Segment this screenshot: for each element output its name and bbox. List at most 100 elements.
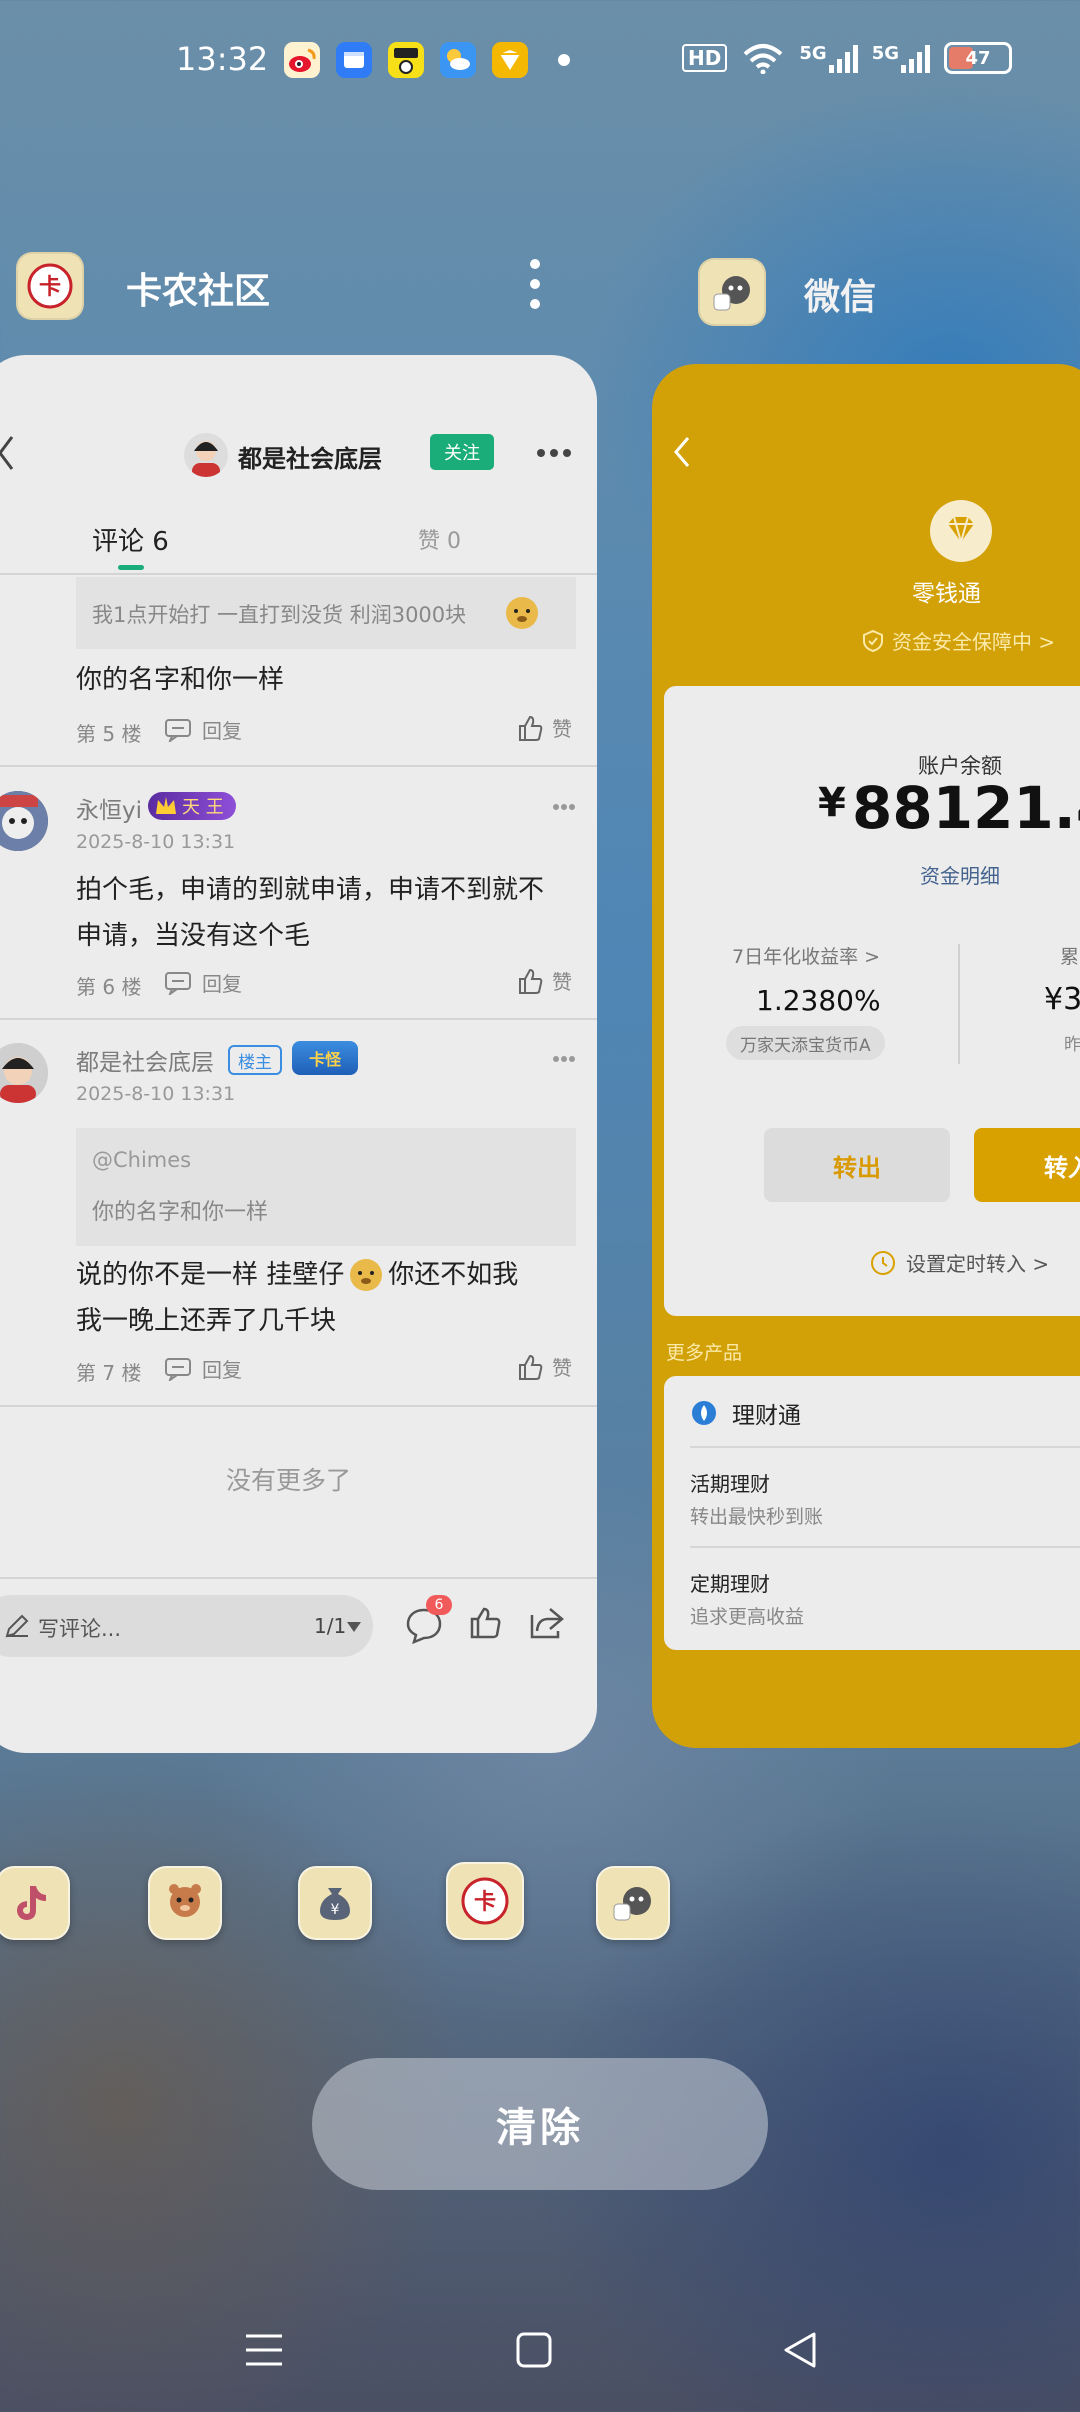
cumulative-value: ¥3 xyxy=(1044,982,1080,1017)
kanong-app-icon[interactable]: 卡 xyxy=(16,252,84,320)
back-triangle-icon xyxy=(784,2332,816,2368)
clock-icon xyxy=(871,1250,895,1275)
like-post-icon[interactable] xyxy=(468,1605,504,1641)
more-notifications-dot-icon xyxy=(558,54,570,66)
comment-placeholder: 写评论... xyxy=(38,1617,122,1641)
security-link[interactable]: 资金安全保障中 > xyxy=(862,626,1055,655)
fixed-title[interactable]: 定期理财 xyxy=(690,1568,770,1597)
kanong-app-card[interactable]: 都是社会底层 关注 评论 6 赞 0 我1点开始打 一直打到没货 利润3000块… xyxy=(0,355,597,1753)
comment-7-floor: 第 7 楼 xyxy=(76,1361,142,1385)
status-bar: 13:32 HD 5G 5G 47 xyxy=(0,0,1080,120)
share-icon[interactable] xyxy=(528,1605,566,1641)
comment-7-more-icon[interactable] xyxy=(552,1055,576,1063)
page-indicator[interactable]: 1/1 xyxy=(314,1614,346,1638)
money-bag-app-icon[interactable]: ¥ xyxy=(298,1866,372,1940)
shield-icon xyxy=(863,629,883,652)
wechat-dock-icon[interactable] xyxy=(596,1866,670,1940)
caret-down-icon xyxy=(347,1622,361,1632)
comment-5-reply-button[interactable]: 回复 xyxy=(164,715,242,744)
kanong-logo-icon: 卡 xyxy=(27,263,73,309)
comment-7-avatar[interactable] xyxy=(0,1043,48,1103)
schedule-transfer-link[interactable]: 设置定时转入 > xyxy=(870,1248,1049,1277)
comment-divider xyxy=(0,765,597,767)
doge-emoji-icon xyxy=(506,597,538,629)
licaitong-icon xyxy=(692,1401,716,1425)
crown-icon xyxy=(156,797,176,814)
kanong-logo-icon: 卡 xyxy=(461,1877,509,1925)
hd-icon: HD xyxy=(682,44,728,72)
transfer-in-button[interactable]: 转入 xyxy=(974,1128,1080,1202)
king-badge: 天 王 xyxy=(148,792,236,820)
licaitong-header[interactable]: 理财通 xyxy=(690,1396,801,1430)
status-time: 13:32 xyxy=(176,40,269,78)
comment-7-date: 2025-8-10 13:31 xyxy=(76,1083,236,1105)
left-app-title: 卡农社区 xyxy=(126,271,271,312)
products-divider xyxy=(690,1446,1080,1448)
funds-detail-link[interactable]: 资金明细 xyxy=(920,860,1000,889)
app-options-menu-button[interactable] xyxy=(520,258,550,314)
money-bag-icon: ¥ xyxy=(320,1888,350,1920)
balance-currency: ¥ xyxy=(818,780,846,826)
follow-button[interactable]: 关注 xyxy=(430,434,494,470)
back-arrow-icon[interactable] xyxy=(672,434,692,470)
owner-badge: 楼主 xyxy=(228,1045,282,1075)
comment-count-badge: 6 xyxy=(426,1595,452,1615)
comment-6-username[interactable]: 永恒yi xyxy=(76,791,142,825)
balance-amount: 88121.46 xyxy=(852,774,1080,842)
demand-title[interactable]: 活期理财 xyxy=(690,1468,770,1497)
comment-6-reply-button[interactable]: 回复 xyxy=(164,968,242,997)
svg-text:卡: 卡 xyxy=(39,275,61,300)
tabs-divider xyxy=(0,573,597,575)
stats-divider xyxy=(958,944,960,1064)
back-nav-button[interactable] xyxy=(770,2320,830,2380)
menu-nav-button[interactable] xyxy=(234,2320,294,2380)
comment-input[interactable]: 写评论... 1/1 xyxy=(0,1595,373,1657)
cumulative-sub: 昨 xyxy=(1064,1035,1080,1055)
home-nav-button[interactable] xyxy=(504,2320,564,2380)
pencil-icon xyxy=(5,1614,29,1638)
quoted-comment-box: 我1点开始打 一直打到没货 利润3000块 xyxy=(76,577,576,649)
douyin-app-icon[interactable] xyxy=(0,1866,70,1940)
doge-emoji-icon xyxy=(350,1259,383,1291)
comment-6-text-line1: 拍个毛，申请的到就申请，申请不到就不 xyxy=(76,875,545,905)
diamond-icon xyxy=(948,516,974,546)
comment-6-text-line2: 申请，当没有这个毛 xyxy=(76,921,311,951)
quote-text: 你的名字和你一样 xyxy=(92,1200,269,1225)
comment-6-like-button[interactable]: 赞 xyxy=(516,966,572,995)
yield-label[interactable]: 7日年化收益率 > xyxy=(732,942,880,969)
svg-text:卡: 卡 xyxy=(474,1890,496,1915)
comment-5-floor: 第 5 楼 xyxy=(76,722,142,746)
back-arrow-icon[interactable] xyxy=(0,433,18,473)
author-avatar[interactable] xyxy=(184,433,228,477)
comment-5-like-button[interactable]: 赞 xyxy=(516,713,572,742)
active-tab-indicator xyxy=(118,565,144,570)
more-icon[interactable] xyxy=(536,447,572,459)
comment-6-more-icon[interactable] xyxy=(552,803,576,811)
comments-button[interactable]: 6 xyxy=(404,1595,452,1649)
thumbs-up-icon xyxy=(519,715,543,741)
wechat-app-card[interactable]: 零钱通 资金安全保障中 > 账户余额 ¥ 88121.46 资金明细 7日年化收… xyxy=(652,364,1080,1748)
tab-comments[interactable]: 评论 6 xyxy=(92,521,169,558)
tab-likes[interactable]: 赞 0 xyxy=(418,523,461,555)
comment-7-like-button[interactable]: 赞 xyxy=(516,1352,572,1381)
level-badge: 卡怪 xyxy=(292,1041,358,1075)
weather-notification-icon xyxy=(440,42,476,78)
comment-6-date: 2025-8-10 13:31 xyxy=(76,831,236,853)
wechat-app-icon[interactable] xyxy=(698,258,766,326)
fixed-subtitle: 追求更高收益 xyxy=(690,1606,805,1628)
wechat-icon xyxy=(713,276,750,311)
cumulative-label: 累 xyxy=(1060,946,1080,968)
kanong-dock-icon[interactable]: 卡 xyxy=(446,1862,524,1940)
thumbs-up-icon xyxy=(519,968,543,994)
comment-6-avatar[interactable] xyxy=(0,791,48,851)
svg-text:¥: ¥ xyxy=(331,1902,340,1918)
comment-7-reply-button[interactable]: 回复 xyxy=(164,1354,242,1383)
products-divider xyxy=(690,1546,1080,1548)
bottom-bar-divider xyxy=(0,1577,597,1579)
game-app-icon[interactable] xyxy=(148,1866,222,1940)
transfer-out-button[interactable]: 转出 xyxy=(764,1128,950,1202)
clear-all-button[interactable]: 清除 xyxy=(312,2058,768,2190)
comment-6-floor: 第 6 楼 xyxy=(76,975,142,999)
comment-7-username[interactable]: 都是社会底层 xyxy=(76,1043,214,1077)
comment-7-text-line2: 我一晚上还弄了几千块 xyxy=(76,1306,337,1336)
